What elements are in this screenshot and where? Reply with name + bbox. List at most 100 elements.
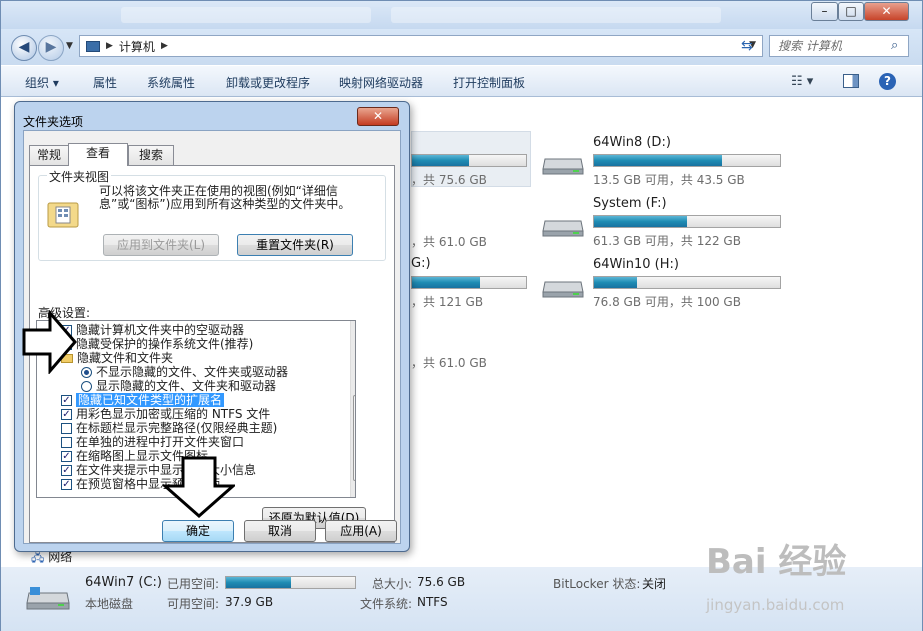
scroll-up-icon[interactable]: ▲ xyxy=(351,321,355,335)
scroll-down-icon[interactable]: ▼ xyxy=(351,483,355,497)
breadcrumb-chevron-icon[interactable]: ▶ xyxy=(106,41,113,51)
radio-icon[interactable] xyxy=(81,366,92,378)
apply-to-folders-button[interactable]: 应用到文件夹(L) xyxy=(103,234,219,256)
used-space-bar xyxy=(225,576,356,589)
setting-row[interactable]: 在标题栏显示完整路径(仅限经典主题) xyxy=(61,421,277,435)
computer-icon xyxy=(86,40,100,52)
drive-usage-bar xyxy=(593,276,781,289)
settings-scrollbar[interactable]: ▲ ▼ xyxy=(350,321,355,497)
forward-icon[interactable]: ▶ xyxy=(38,35,64,61)
hard-drive-icon xyxy=(542,158,584,175)
checkbox-icon[interactable] xyxy=(61,436,72,448)
breadcrumb-chevron-icon[interactable]: ▶ xyxy=(161,41,168,51)
properties-button[interactable]: 属性 xyxy=(93,74,117,91)
organize-menu[interactable]: 组织 ▾ xyxy=(25,74,59,91)
setting-row[interactable]: ✓ 隐藏已知文件类型的扩展名 xyxy=(61,393,225,407)
annotation-arrow-right-icon xyxy=(22,310,77,374)
folder-views-label: 文件夹视图 xyxy=(47,168,112,185)
uninstall-button[interactable]: 卸载或更改程序 xyxy=(226,74,310,91)
setting-label: 不显示隐藏的文件、文件夹或驱动器 xyxy=(96,365,289,379)
tab-search[interactable]: 搜索 xyxy=(128,145,174,165)
preview-pane-icon[interactable] xyxy=(843,74,859,88)
setting-row[interactable]: 在单独的进程中打开文件夹窗口 xyxy=(61,435,244,449)
checkbox-icon[interactable]: ✓ xyxy=(61,408,72,420)
dialog-title: 文件夹选项 xyxy=(23,115,84,129)
scroll-thumb[interactable] xyxy=(353,395,355,481)
tab-view[interactable]: 查看 xyxy=(68,143,128,166)
folder-views-description: 可以将该文件夹正在使用的视图(例如“详细信息”或“图标”)应用到所有这种类型的文… xyxy=(99,184,351,211)
refresh-icon[interactable]: ⇆ xyxy=(741,38,753,54)
baidu-watermark-url: jingyan.baidu.com xyxy=(706,596,845,614)
setting-label: 隐藏已知文件类型的扩展名 xyxy=(76,393,225,407)
annotation-arrow-down-icon xyxy=(163,456,235,518)
checkbox-icon[interactable] xyxy=(61,422,72,434)
setting-row[interactable]: ✓隐藏受保护的操作系统文件(推荐) xyxy=(61,337,253,351)
drive-size-text: 76.8 GB 可用，共 100 GB xyxy=(593,295,741,309)
close-button[interactable]: ✕ xyxy=(864,2,909,21)
setting-row[interactable]: ✓ 用彩色显示加密或压缩的 NTFS 文件 xyxy=(61,407,270,421)
reset-folders-button[interactable]: 重置文件夹(R) xyxy=(237,234,353,256)
used-space-label: 已用空间: xyxy=(167,577,220,591)
drive-usage-bar xyxy=(411,154,527,167)
baidu-watermark: Bai 经验 xyxy=(706,542,847,582)
setting-label: 隐藏计算机文件夹中的空驱动器 xyxy=(76,323,245,337)
title-ghost xyxy=(121,7,371,23)
drive-size-text: ，共 61.0 GB xyxy=(411,235,487,249)
drive-size-text: 13.5 GB 可用，共 43.5 GB xyxy=(593,173,745,187)
system-properties-button[interactable]: 系统属性 xyxy=(147,74,195,91)
detail-drive-type: 本地磁盘 xyxy=(85,597,134,611)
hard-drive-icon xyxy=(542,281,584,298)
free-space-label: 可用空间: xyxy=(167,597,220,611)
address-bar[interactable]: ▶ 计算机 ▶ ▼ xyxy=(79,35,763,57)
title-bar: – □ ✕ xyxy=(1,1,922,29)
breadcrumb-computer[interactable]: 计算机 xyxy=(119,38,155,55)
network-label: 网络 xyxy=(48,550,73,564)
checkbox-icon[interactable]: ✓ xyxy=(61,450,72,462)
network-icon: 🖧 xyxy=(31,550,45,564)
checkbox-icon[interactable]: ✓ xyxy=(61,464,72,476)
drive-name: 64Win8 (D:) xyxy=(593,135,671,150)
detail-drive-name: 64Win7 (C:) xyxy=(85,575,162,590)
tab-general[interactable]: 常规 xyxy=(29,145,69,165)
setting-label: 在单独的进程中打开文件夹窗口 xyxy=(76,435,245,449)
command-bar: 组织 ▾ 属性 系统属性 卸载或更改程序 映射网络驱动器 打开控制面板 ☷ ▾ … xyxy=(1,65,922,97)
help-icon[interactable]: ? xyxy=(879,73,896,90)
control-panel-button[interactable]: 打开控制面板 xyxy=(453,74,525,91)
search-icon[interactable]: ⌕ xyxy=(891,38,898,53)
drive-name: 64Win10 (H:) xyxy=(593,257,679,272)
back-icon[interactable]: ◀ xyxy=(11,35,37,61)
dialog-close-button[interactable]: ✕ xyxy=(357,107,399,126)
map-drive-button[interactable]: 映射网络驱动器 xyxy=(339,74,423,91)
setting-row[interactable]: 显示隐藏的文件、文件夹和驱动器 xyxy=(81,379,276,393)
organize-label: 组织 xyxy=(25,76,50,90)
cancel-button[interactable]: 取消 xyxy=(244,520,316,542)
minimize-button[interactable]: – xyxy=(811,2,838,21)
title-ghost xyxy=(391,7,721,23)
view-options-icon[interactable]: ☷ ▾ xyxy=(791,74,813,89)
drive-size-text: ，共 61.0 GB xyxy=(411,356,487,370)
setting-label: 在标题栏显示完整路径(仅限经典主题) xyxy=(76,421,278,435)
drive-usage-bar xyxy=(593,215,781,228)
search-input[interactable]: 搜索 计算机 xyxy=(769,35,909,57)
setting-row[interactable]: ✓隐藏计算机文件夹中的空驱动器 xyxy=(61,323,244,337)
maximize-button[interactable]: □ xyxy=(838,2,864,21)
setting-label: 显示隐藏的文件、文件夹和驱动器 xyxy=(96,379,277,393)
setting-row[interactable]: 不显示隐藏的文件、文件夹或驱动器 xyxy=(81,365,288,379)
folder-view-icon xyxy=(47,202,79,228)
drive-name: System (F:) xyxy=(593,196,667,211)
folder-views-group: 文件夹视图 可以将该文件夹正在使用的视图(例如“详细信息”或“图标”)应用到所有… xyxy=(38,168,386,261)
history-dropdown-icon[interactable]: ▼ xyxy=(66,41,73,51)
drive-name[interactable]: G:) xyxy=(411,256,431,271)
total-size-label: 总大小: xyxy=(372,577,413,591)
filesystem-value: NTFS xyxy=(417,595,448,609)
checkbox-icon[interactable]: ✓ xyxy=(61,394,72,406)
hard-drive-icon xyxy=(542,220,584,237)
apply-button[interactable]: 应用(A) xyxy=(325,520,397,542)
radio-icon[interactable] xyxy=(81,380,92,392)
free-space-value: 37.9 GB xyxy=(225,595,274,609)
hard-drive-icon xyxy=(26,587,70,610)
ok-button[interactable]: 确定 xyxy=(162,520,234,542)
checkbox-icon[interactable]: ✓ xyxy=(61,478,72,490)
total-size-value: 75.6 GB xyxy=(417,575,466,589)
drive-usage-bar xyxy=(411,276,527,289)
